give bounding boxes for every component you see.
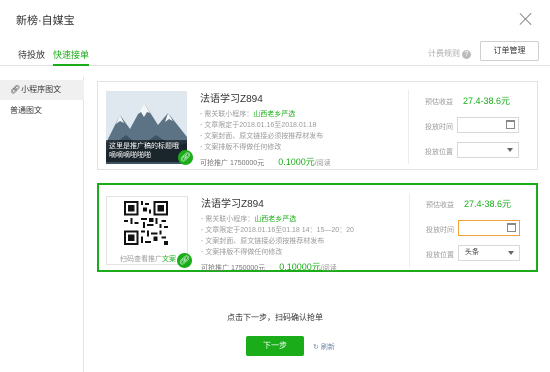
requirement-line: - 文案封面、原文链接必须按推荐材发布: [200, 133, 324, 140]
close-icon[interactable]: [519, 12, 533, 26]
time-picker[interactable]: [458, 220, 520, 236]
sidebar-item-normal[interactable]: 普通图文: [0, 101, 84, 121]
bid-row: 可抢推广 1750000元 0.1000元/阅读: [200, 157, 331, 167]
help-icon[interactable]: ?: [462, 50, 471, 59]
earnings-value: 27.4-38.6元: [464, 199, 512, 209]
refresh-link[interactable]: ↻ 刷新: [313, 342, 335, 352]
requirement-line: - 需关联小程序：山西老乡严选: [200, 111, 296, 118]
sidebar-item-label: 小程序图文: [21, 85, 62, 94]
requirement-line: - 文案排版不得做任何修改: [200, 144, 282, 151]
requirement-line: - 需关联小程序：山西老乡严选: [201, 216, 297, 223]
calendar-icon: [507, 223, 516, 232]
tab-quick-order[interactable]: 快速接单: [53, 48, 90, 66]
earnings-value: 27.4-38.6元: [463, 96, 511, 106]
sidebar-item-mini-program[interactable]: 🔗︎小程序图文: [0, 80, 84, 100]
dialog-title: 新榜·自媒宝: [16, 15, 75, 27]
time-picker[interactable]: [457, 117, 519, 133]
card-info: 法语学习Z894 - 需关联小程序：山西老乡严选 - 文章限定于2018.01.…: [200, 90, 331, 168]
qr-panel: 扫码查看推广文案: [106, 196, 188, 265]
position-select[interactable]: 头条: [458, 245, 520, 261]
order-card-selected[interactable]: 扫码查看推广文案 🔗︎ 法语学习Z894 - 需关联小程序：山西老乡严选 - 文…: [97, 183, 538, 272]
qr-code-icon: [124, 201, 168, 245]
requirement-line: - 文案封面、原文链接必须按推荐材发布: [201, 238, 325, 245]
account-name: 法语学习Z894: [201, 199, 264, 210]
tab-bar: 待投放 快速接单 计费规则? 订单管理: [0, 41, 550, 66]
tab-pending[interactable]: 待投放: [18, 48, 45, 61]
time-label: 投放时间: [425, 124, 453, 131]
order-card[interactable]: 这里是推广稿的标题哦嘀嘀嘀啪啪啪 🔗︎ 法语学习Z894 - 需关联小程序：山西…: [97, 81, 538, 170]
mini-program-icon: 🔗︎: [177, 253, 192, 268]
position-label: 投放位置: [425, 149, 453, 156]
position-label: 投放位置: [426, 252, 454, 259]
chevron-down-icon: [508, 251, 514, 255]
earnings-label: 预估收益: [425, 99, 453, 106]
divider: [408, 90, 409, 164]
thumbnail-caption: 这里是推广稿的标题哦嘀嘀嘀啪啪啪: [106, 140, 187, 162]
time-label: 投放时间: [426, 227, 454, 234]
mini-program-icon: 🔗︎: [178, 150, 193, 165]
refresh-icon: ↻: [313, 344, 319, 351]
bid-row: 可抢推广 1750000元 0.10000元/阅读: [201, 262, 337, 272]
card-info: 法语学习Z894 - 需关联小程序：山西老乡严选 - 文章限定于2018.01.…: [201, 195, 354, 273]
earnings-label: 预估收益: [426, 202, 454, 209]
footer-hint: 点击下一步，扫码确认抢单: [227, 313, 323, 322]
requirement-line: - 文章限定于2018.01.16至01.18 14：15—20：20: [201, 227, 354, 234]
cover-thumbnail: 这里是推广稿的标题哦嘀嘀嘀啪啪啪: [106, 91, 187, 164]
position-select[interactable]: [457, 142, 519, 158]
calendar-icon: [506, 120, 515, 129]
order-management-button[interactable]: 订单管理: [480, 41, 539, 61]
requirement-line: - 文案排版不得做任何修改: [201, 249, 283, 256]
link-icon: 🔗︎: [10, 85, 21, 94]
divider: [409, 193, 410, 267]
requirement-line: - 文章限定于2018.01.16至2018.01.18: [200, 122, 317, 129]
billing-rules-label[interactable]: 计费规则: [428, 49, 460, 58]
next-step-button[interactable]: 下一步: [246, 336, 304, 356]
sidebar: 🔗︎小程序图文 普通图文: [0, 77, 84, 372]
chevron-down-icon: [507, 148, 513, 152]
account-name: 法语学习Z894: [200, 94, 263, 105]
billing-rules[interactable]: 计费规则?: [428, 48, 471, 59]
